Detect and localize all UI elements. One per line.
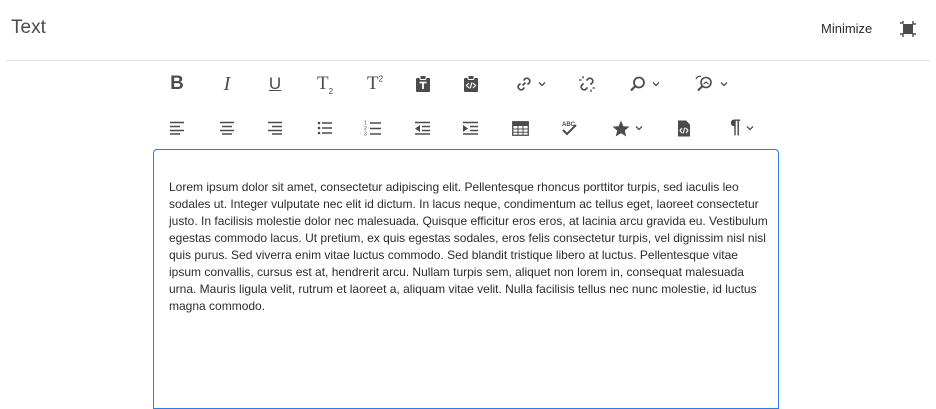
header-divider — [6, 60, 930, 61]
link-icon — [516, 77, 531, 91]
align-left-button[interactable] — [166, 113, 188, 143]
outdent-button[interactable] — [411, 113, 433, 143]
superscript-button[interactable]: T2 — [362, 69, 388, 99]
panel-header: Text Minimize — [0, 0, 936, 60]
toolbar-row-formatting: B I U T2 T2 — [0, 69, 936, 99]
superscript-icon: T2 — [366, 73, 384, 94]
minimize-button[interactable]: Minimize — [821, 21, 872, 36]
unlink-icon — [579, 76, 595, 92]
chevron-down-icon — [652, 82, 659, 87]
rich-text-editor[interactable]: Lorem ipsum dolor sit amet, consectetur … — [153, 149, 779, 409]
table-button[interactable] — [509, 113, 531, 143]
special-chars-button[interactable] — [607, 113, 647, 143]
paragraph-icon: ¶ — [730, 117, 741, 138]
search-icon — [629, 76, 645, 92]
chevron-down-icon — [635, 126, 642, 131]
align-center-icon — [220, 121, 234, 135]
toolbar-row-paragraph: 1 2 3 ABC ¶ — [0, 113, 936, 143]
bold-icon: B — [170, 73, 184, 94]
indent-button[interactable] — [459, 113, 481, 143]
paste-html-button[interactable] — [460, 69, 482, 99]
align-center-button[interactable] — [216, 113, 238, 143]
paste-text-button[interactable] — [412, 69, 434, 99]
indent-icon — [462, 121, 478, 135]
fullscreen-exit-icon[interactable] — [899, 20, 917, 38]
unlink-button[interactable] — [576, 69, 598, 99]
numbered-list-icon: 1 2 3 — [364, 121, 381, 137]
italic-icon: I — [223, 72, 231, 95]
chevron-down-icon — [720, 82, 727, 87]
find-button[interactable] — [624, 69, 664, 99]
source-edit-button[interactable] — [673, 113, 695, 143]
align-right-icon — [268, 121, 282, 135]
chevron-down-icon — [746, 126, 754, 131]
underline-button[interactable]: U — [264, 69, 286, 99]
spellcheck-icon: ABC — [562, 122, 577, 136]
link-button[interactable] — [510, 69, 550, 99]
spellcheck-button[interactable]: ABC — [558, 113, 580, 143]
find-replace-button[interactable] — [690, 69, 732, 99]
align-right-button[interactable] — [264, 113, 286, 143]
italic-button[interactable]: I — [216, 69, 238, 99]
paragraph-format-button[interactable]: ¶ — [722, 113, 762, 143]
underline-icon: U — [268, 74, 282, 93]
table-icon — [511, 120, 529, 136]
chevron-down-icon — [538, 82, 545, 87]
subscript-icon: T2 — [316, 72, 334, 96]
bulleted-list-icon — [317, 121, 332, 135]
source-code-icon — [678, 120, 690, 136]
numbered-list-button[interactable]: 1 2 3 — [362, 113, 384, 143]
bulleted-list-button[interactable] — [314, 113, 336, 143]
svg-text:3: 3 — [364, 132, 367, 137]
star-icon — [612, 120, 629, 136]
find-replace-icon — [694, 75, 712, 92]
subscript-button[interactable]: T2 — [312, 69, 338, 99]
panel-title: Text — [11, 17, 46, 38]
outdent-icon — [414, 121, 430, 135]
align-left-icon — [170, 121, 184, 135]
editor-content[interactable]: Lorem ipsum dolor sit amet, consectetur … — [169, 179, 769, 315]
bold-button[interactable]: B — [166, 69, 188, 99]
paste-text-icon — [416, 75, 430, 92]
paste-html-icon — [464, 75, 478, 92]
